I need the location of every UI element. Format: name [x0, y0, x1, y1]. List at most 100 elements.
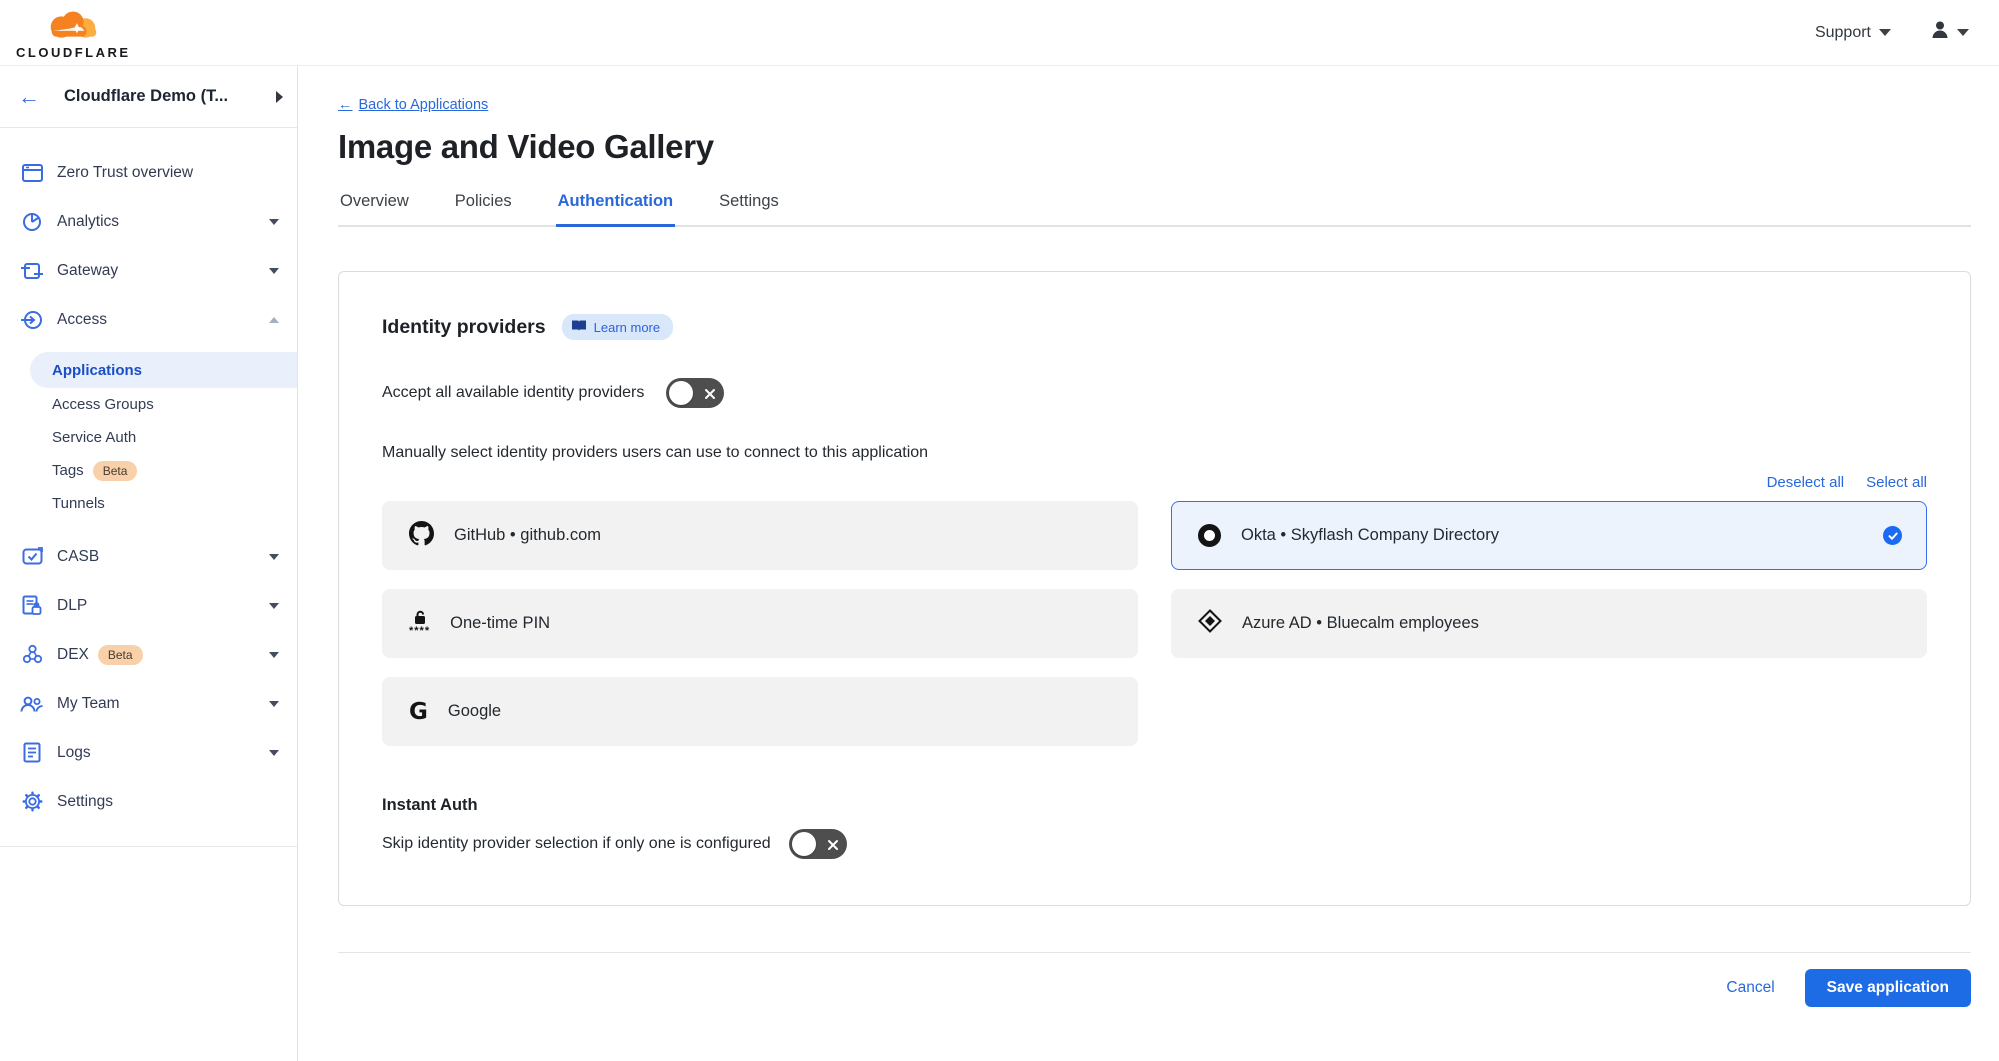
gear-icon: [20, 790, 44, 814]
sidebar-item-label: My Team: [57, 695, 256, 713]
provider-label: Azure AD • Bluecalm employees: [1242, 614, 1902, 633]
sidebar-item-analytics[interactable]: Analytics: [0, 197, 297, 246]
account-name[interactable]: Cloudflare Demo (T...: [64, 87, 276, 106]
toggle-off-x-icon: [704, 387, 716, 405]
sidebar-item-service-auth[interactable]: Service Auth: [0, 421, 297, 454]
provider-google[interactable]: G Google: [382, 677, 1138, 746]
sidebar-item-dex[interactable]: DEXBeta: [0, 630, 297, 679]
tab-overview[interactable]: Overview: [338, 192, 411, 225]
sidebar-item-zero-trust-overview[interactable]: Zero Trust overview: [0, 148, 297, 197]
provider-github[interactable]: GitHub • github.com: [382, 501, 1138, 570]
footer-actions: Cancel Save application: [338, 969, 1971, 1007]
instant-auth-heading: Instant Auth: [382, 796, 1927, 815]
sidebar-item-casb[interactable]: CASB: [0, 532, 297, 581]
manual-select-hint: Manually select identity providers users…: [382, 444, 1927, 462]
provider-one-time-pin[interactable]: **** One-time PIN: [382, 589, 1138, 658]
pie-chart-icon: [20, 210, 44, 234]
one-time-pin-icon: ****: [409, 610, 430, 637]
sidebar-item-label: Tags: [52, 462, 84, 479]
sidebar-item-label: Access Groups: [52, 396, 154, 413]
sidebar-item-applications[interactable]: Applications: [30, 352, 297, 388]
sidebar-item-tunnels[interactable]: Tunnels: [0, 487, 297, 520]
provider-label: One-time PIN: [450, 614, 1113, 633]
chevron-down-icon: [1879, 29, 1891, 36]
book-icon: [571, 319, 587, 335]
toggle-knob: [669, 381, 693, 405]
instant-auth-label: Skip identity provider selection if only…: [382, 835, 771, 853]
account-menu[interactable]: [1929, 19, 1969, 46]
sidebar-nav: Zero Trust overview Analytics Gateway: [0, 128, 297, 847]
document-lock-icon: [20, 594, 44, 618]
gateway-icon: [20, 259, 44, 283]
select-all-link[interactable]: Select all: [1866, 474, 1927, 491]
chevron-down-icon: [269, 603, 279, 609]
sidebar-item-settings[interactable]: Settings: [0, 777, 297, 826]
accept-all-label: Accept all available identity providers: [382, 384, 644, 402]
instant-auth-toggle[interactable]: [789, 829, 847, 859]
sidebar-item-logs[interactable]: Logs: [0, 728, 297, 777]
beta-badge: Beta: [93, 461, 138, 481]
sidebar-item-label: Settings: [57, 793, 279, 811]
sidebar-item-my-team[interactable]: My Team: [0, 679, 297, 728]
chevron-down-icon: [269, 701, 279, 707]
sidebar-item-label: Tunnels: [52, 495, 105, 512]
accept-all-toggle[interactable]: [666, 378, 724, 408]
sidebar-item-label: Applications: [52, 362, 142, 379]
tab-settings[interactable]: Settings: [717, 192, 781, 225]
support-menu[interactable]: Support: [1815, 24, 1891, 42]
access-login-icon: [20, 308, 44, 332]
selected-check-icon: [1883, 526, 1902, 545]
footer-divider: [338, 952, 1971, 953]
cancel-button[interactable]: Cancel: [1726, 979, 1774, 997]
provider-label: Google: [448, 702, 1113, 721]
support-label: Support: [1815, 24, 1871, 42]
save-application-button[interactable]: Save application: [1805, 969, 1971, 1007]
sidebar-item-dlp[interactable]: DLP: [0, 581, 297, 630]
google-icon: G: [409, 699, 428, 725]
back-arrow-icon[interactable]: ←: [18, 86, 40, 108]
sidebar-item-access[interactable]: Access: [0, 295, 297, 344]
tab-bar: Overview Policies Authentication Setting…: [338, 192, 1971, 227]
chevron-down-icon: [269, 750, 279, 756]
provider-okta[interactable]: Okta • Skyflash Company Directory: [1171, 501, 1927, 570]
page-title: Image and Video Gallery: [338, 128, 1971, 166]
cloudflare-cloud-icon: [42, 11, 104, 45]
toggle-knob: [792, 832, 816, 856]
github-icon: [409, 521, 434, 551]
sidebar-item-gateway[interactable]: Gateway: [0, 246, 297, 295]
cloudflare-logo[interactable]: CLOUDFLARE: [16, 7, 131, 59]
chevron-right-icon[interactable]: [276, 91, 283, 103]
toggle-off-x-icon: [827, 838, 839, 856]
network-nodes-icon: [20, 643, 44, 667]
sidebar-divider: [0, 846, 297, 847]
tab-policies[interactable]: Policies: [453, 192, 514, 225]
chevron-down-icon: [1957, 29, 1969, 36]
back-to-applications-link[interactable]: ← Back to Applications: [338, 97, 488, 113]
provider-label: Okta • Skyflash Company Directory: [1241, 526, 1863, 545]
azure-ad-icon: [1198, 609, 1222, 638]
sidebar-item-label: DEXBeta: [57, 646, 256, 664]
sidebar-item-label: DLP: [57, 597, 256, 615]
sidebar-item-label: Service Auth: [52, 429, 136, 446]
sidebar: ← Cloudflare Demo (T... Zero Trust overv…: [0, 66, 298, 1061]
provider-azure-ad[interactable]: Azure AD • Bluecalm employees: [1171, 589, 1927, 658]
provider-label: GitHub • github.com: [454, 526, 1113, 545]
deselect-all-link[interactable]: Deselect all: [1767, 474, 1845, 491]
main-content: ← Back to Applications Image and Video G…: [298, 66, 1999, 1061]
learn-more-label: Learn more: [594, 320, 660, 335]
chevron-down-icon: [269, 652, 279, 658]
chevron-down-icon: [269, 219, 279, 225]
chevron-down-icon: [269, 268, 279, 274]
cloudflare-wordmark: CLOUDFLARE: [16, 46, 131, 59]
window-icon: [20, 161, 44, 185]
learn-more-badge[interactable]: Learn more: [562, 314, 673, 340]
back-arrow-icon: ←: [338, 97, 353, 113]
sidebar-item-access-groups[interactable]: Access Groups: [0, 388, 297, 421]
sidebar-item-label: Zero Trust overview: [57, 164, 279, 182]
beta-badge: Beta: [98, 645, 143, 665]
card-title: Identity providers: [382, 316, 546, 339]
sidebar-item-label: Logs: [57, 744, 256, 762]
tab-authentication[interactable]: Authentication: [556, 192, 676, 227]
top-bar: CLOUDFLARE Support: [0, 0, 1999, 66]
sidebar-item-tags[interactable]: Tags Beta: [0, 454, 297, 487]
